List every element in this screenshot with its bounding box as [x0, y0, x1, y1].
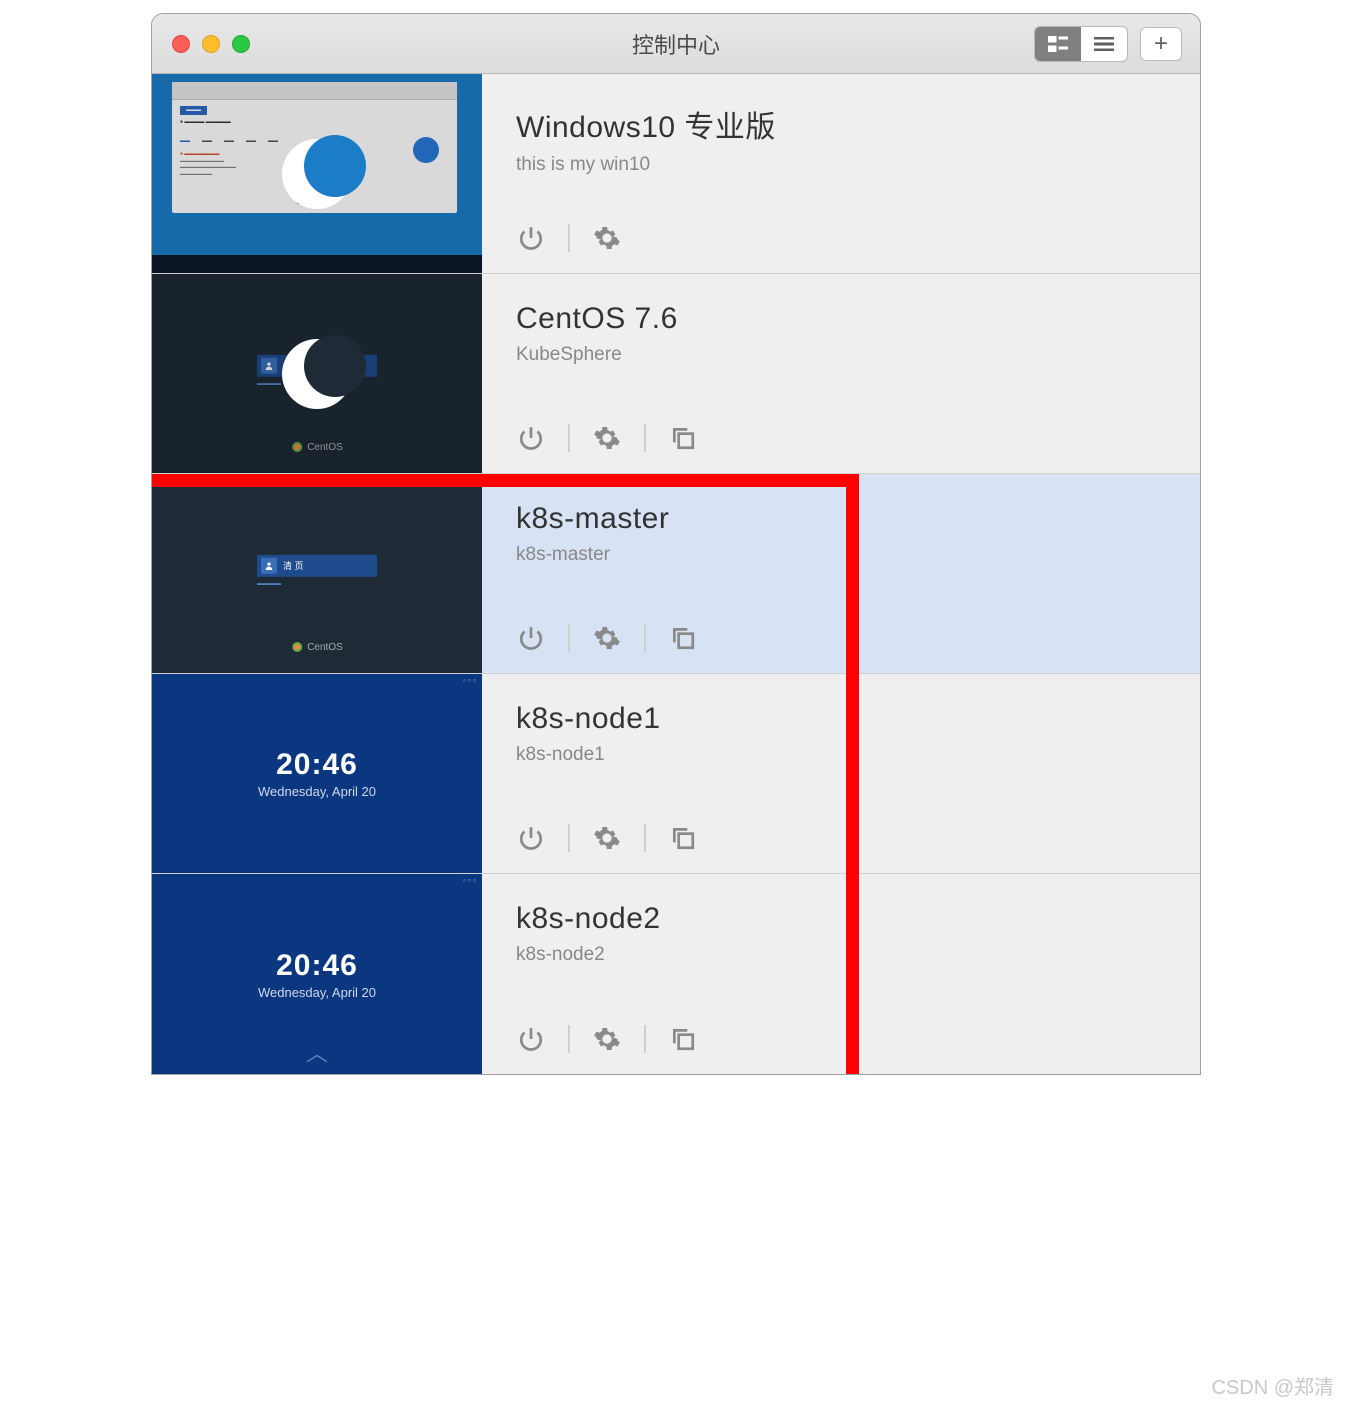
- clone-icon: [670, 425, 696, 451]
- clone-icon: [670, 1026, 696, 1052]
- vm-subtitle: KubeSphere: [516, 344, 1166, 366]
- separator: [568, 224, 570, 252]
- vm-actions: [516, 823, 1166, 853]
- power-icon: [518, 1026, 544, 1052]
- gear-icon: [593, 624, 621, 652]
- vm-actions: [516, 223, 1166, 253]
- clone-icon: [670, 625, 696, 651]
- separator: [644, 824, 646, 852]
- lockscreen-date: Wednesday, April 20: [258, 784, 376, 799]
- vm-title: CentOS 7.6: [516, 302, 1166, 336]
- view-card-button[interactable]: [1035, 27, 1081, 61]
- vm-thumbnail: ▬▬▬ ● ▬▬▬▬ ▬▬▬▬▬ ▬▬▬▬▬▬▬▬▬▬ ● ▬▬▬▬▬▬▬ ▬▬…: [152, 74, 482, 273]
- view-list-button[interactable]: [1081, 27, 1127, 61]
- vm-row-centos76[interactable]: ▬▬▬▬ CentOS CentOS 7.6 KubeSphere: [152, 274, 1200, 474]
- vm-thumbnail: ▫ ▫ ▫ 20:46 Wednesday, April 20 ︿: [152, 874, 482, 1074]
- vm-subtitle: k8s-node1: [516, 744, 1166, 766]
- lockscreen-date: Wednesday, April 20: [258, 985, 376, 1000]
- toolbar-right: +: [1034, 26, 1182, 62]
- vm-row-k8s-node1[interactable]: ▫ ▫ ▫ 20:46 Wednesday, April 20 k8s-node…: [152, 674, 1200, 874]
- login-username: 清 页: [283, 559, 304, 572]
- lockscreen-time: 20:46: [276, 949, 358, 983]
- add-vm-button[interactable]: +: [1140, 27, 1182, 61]
- vm-subtitle: k8s-node2: [516, 944, 1166, 966]
- vm-info: CentOS 7.6 KubeSphere: [482, 274, 1200, 473]
- gear-icon: [593, 824, 621, 852]
- vm-actions: [516, 623, 1166, 653]
- close-button[interactable]: [172, 35, 190, 53]
- separator: [644, 1025, 646, 1053]
- settings-button[interactable]: [592, 623, 622, 653]
- chevron-up-icon: ︿: [306, 1036, 328, 1068]
- separator: [568, 1025, 570, 1053]
- vm-actions: [516, 1024, 1166, 1054]
- suspended-overlay: [152, 274, 482, 473]
- lockscreen-time: 20:46: [276, 748, 358, 782]
- vm-subtitle: this is my win10: [516, 154, 1166, 176]
- vm-info: k8s-node1 k8s-node1: [482, 674, 1200, 873]
- vm-title: k8s-node1: [516, 702, 1166, 736]
- vm-row-k8s-master[interactable]: ▫ ▫ ▫ 清 页 ▬▬▬▬ CentOS k8s-master k8s-mas…: [152, 474, 1200, 674]
- power-button[interactable]: [516, 823, 546, 853]
- clone-button[interactable]: [668, 623, 698, 653]
- vm-subtitle: k8s-master: [516, 544, 1166, 566]
- power-icon: [518, 425, 544, 451]
- gear-icon: [593, 424, 621, 452]
- moon-icon: [282, 339, 352, 409]
- titlebar: 控制中心: [152, 14, 1200, 74]
- vm-thumbnail: ▬▬▬▬ CentOS: [152, 274, 482, 473]
- power-button[interactable]: [516, 223, 546, 253]
- vm-actions: [516, 423, 1166, 453]
- card-view-icon: [1048, 36, 1068, 52]
- vm-info: Windows10 专业版 this is my win10: [482, 74, 1200, 273]
- separator: [644, 624, 646, 652]
- settings-button[interactable]: [592, 223, 622, 253]
- power-icon: [518, 225, 544, 251]
- settings-button[interactable]: [592, 1024, 622, 1054]
- power-button[interactable]: [516, 623, 546, 653]
- vm-thumbnail: ▫ ▫ ▫ 20:46 Wednesday, April 20: [152, 674, 482, 873]
- vm-title: k8s-node2: [516, 902, 1166, 936]
- settings-button[interactable]: [592, 823, 622, 853]
- clone-button[interactable]: [668, 423, 698, 453]
- settings-button[interactable]: [592, 423, 622, 453]
- vm-info: k8s-node2 k8s-node2: [482, 874, 1200, 1074]
- vm-row-windows10[interactable]: ▬▬▬ ● ▬▬▬▬ ▬▬▬▬▬ ▬▬▬▬▬▬▬▬▬▬ ● ▬▬▬▬▬▬▬ ▬▬…: [152, 74, 1200, 274]
- clone-button[interactable]: [668, 1024, 698, 1054]
- list-view-icon: [1094, 37, 1114, 51]
- power-icon: [518, 825, 544, 851]
- gear-icon: [593, 1025, 621, 1053]
- view-segmented-control: [1034, 26, 1128, 62]
- vm-control-window: 控制中心: [151, 13, 1201, 1075]
- separator: [644, 424, 646, 452]
- clone-button[interactable]: [668, 823, 698, 853]
- clone-icon: [670, 825, 696, 851]
- centos-logo: CentOS: [291, 641, 343, 653]
- power-button[interactable]: [516, 1024, 546, 1054]
- vm-row-k8s-node2[interactable]: ▫ ▫ ▫ 20:46 Wednesday, April 20 ︿ k8s-no…: [152, 874, 1200, 1074]
- centos-label: CentOS: [307, 642, 343, 653]
- separator: [568, 824, 570, 852]
- window-title: 控制中心: [632, 28, 720, 60]
- suspended-overlay: [152, 74, 482, 273]
- power-button[interactable]: [516, 423, 546, 453]
- vm-list: ▬▬▬ ● ▬▬▬▬ ▬▬▬▬▬ ▬▬▬▬▬▬▬▬▬▬ ● ▬▬▬▬▬▬▬ ▬▬…: [152, 74, 1200, 1074]
- maximize-button[interactable]: [232, 35, 250, 53]
- power-icon: [518, 625, 544, 651]
- traffic-lights: [152, 35, 250, 53]
- vm-info: k8s-master k8s-master: [482, 474, 1200, 673]
- vm-title: Windows10 专业版: [516, 102, 1166, 146]
- separator: [568, 424, 570, 452]
- vm-thumbnail: ▫ ▫ ▫ 清 页 ▬▬▬▬ CentOS: [152, 474, 482, 673]
- vm-title: k8s-master: [516, 502, 1166, 536]
- watermark: CSDN @郑清: [1211, 1371, 1334, 1400]
- separator: [568, 624, 570, 652]
- plus-icon: +: [1154, 30, 1168, 58]
- minimize-button[interactable]: [202, 35, 220, 53]
- gear-icon: [593, 224, 621, 252]
- moon-icon: [282, 139, 352, 209]
